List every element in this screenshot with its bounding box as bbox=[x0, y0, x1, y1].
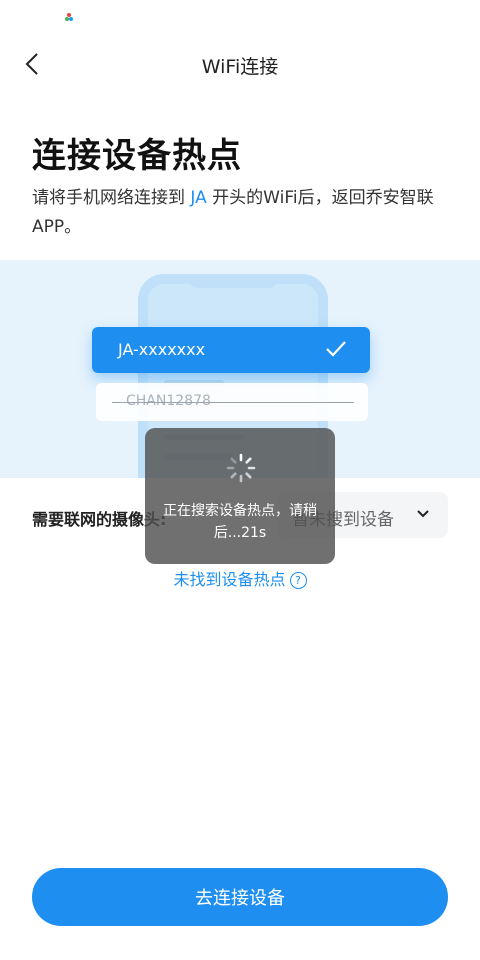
page-title: WiFi连接 bbox=[201, 56, 279, 78]
device-not-found-link[interactable]: 未找到设备热点? bbox=[0, 566, 480, 590]
wifi-connect-screen: WiFi连接 连接设备热点 请将手机网络连接到 JA 开头的WiFi后，返回乔安… bbox=[0, 0, 480, 960]
wifi-name: JA-xxxxxxx bbox=[118, 340, 206, 359]
check-icon bbox=[326, 341, 346, 357]
app-indicator-icon bbox=[65, 13, 73, 21]
wifi-item-selected: JA-xxxxxxx bbox=[92, 327, 370, 373]
strike-line bbox=[112, 402, 354, 403]
help-link-text: 未找到设备热点 bbox=[173, 570, 286, 589]
section-heading: 连接设备热点 bbox=[32, 136, 242, 176]
chevron-down-icon bbox=[417, 510, 429, 518]
instruction-text-part: 请将手机网络连接到 bbox=[32, 188, 191, 208]
searching-toast: 正在搜索设备热点，请稍后...21s bbox=[145, 428, 335, 564]
help-icon: ? bbox=[289, 572, 307, 589]
instruction-text: 请将手机网络连接到 JA 开头的WiFi后，返回乔安智联APP。 bbox=[32, 184, 452, 242]
wifi-prefix-highlight: JA bbox=[190, 188, 207, 208]
connect-device-button[interactable]: 去连接设备 bbox=[32, 868, 448, 926]
toast-message: 正在搜索设备热点，请稍后...21s bbox=[163, 503, 317, 541]
loading-spinner-icon bbox=[226, 453, 256, 483]
phone-notch bbox=[188, 274, 278, 288]
wifi-name: CHAN12878 bbox=[126, 393, 211, 409]
nav-bar: WiFi连接 bbox=[0, 36, 480, 92]
wifi-item-other: CHAN12878 bbox=[96, 383, 368, 421]
